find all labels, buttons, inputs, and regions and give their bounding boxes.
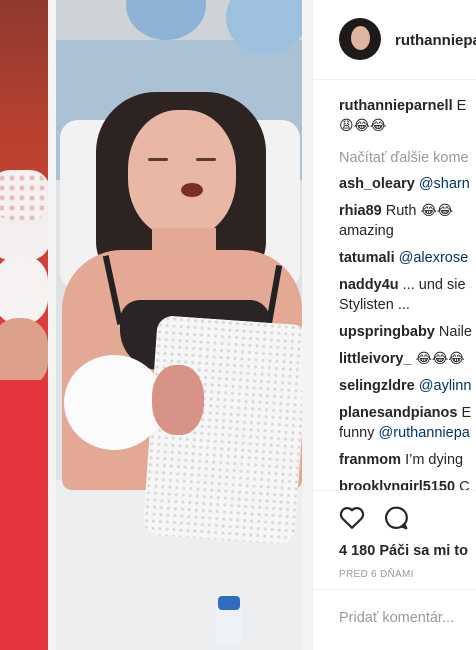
load-more-comments-link[interactable]: Načítať ďalšie kome <box>339 150 476 166</box>
comments-list: ruthannieparnell E 😩😂😂 Načítať ďalšie ko… <box>339 96 476 504</box>
photo-detail <box>196 158 216 161</box>
avatar[interactable] <box>339 18 381 60</box>
comment: planesandpianos E funny @ruthanniepa <box>339 403 476 443</box>
divider <box>302 0 312 650</box>
post-timestamp[interactable]: PRED 6 DŇAMI <box>339 569 414 580</box>
comment: tatumali @alexrose <box>339 248 476 268</box>
photo-detail <box>128 110 236 238</box>
bottle-cap <box>218 596 240 610</box>
comment: ash_oleary @sharn <box>339 174 476 194</box>
comment-username[interactable]: rhia89 <box>339 203 382 219</box>
comment-text: ... und sie <box>402 277 466 293</box>
post-photo[interactable] <box>56 0 302 650</box>
comment-mention[interactable]: @ruthanniepa <box>379 425 470 441</box>
comment-text: I’m dying <box>405 452 464 468</box>
comment: upspringbaby Naile <box>339 322 476 342</box>
comment-username[interactable]: selingzldre <box>339 378 415 394</box>
post-header: ruthanniepa <box>313 0 476 80</box>
avatar-face <box>351 26 370 50</box>
comment-text: E <box>461 405 472 421</box>
baby-hat <box>64 355 164 450</box>
add-comment-input[interactable] <box>339 610 476 626</box>
caption-emojis: 😩😂😂 <box>339 118 387 134</box>
comment: littleivory_ 😂😂😂 <box>339 349 476 369</box>
caption-text: E <box>456 98 467 114</box>
photo-detail <box>0 380 48 650</box>
comment-mention[interactable]: @aylinn <box>419 378 472 394</box>
post-sidebar: ruthanniepa ruthannieparnell E 😩😂😂 Načít… <box>312 0 476 650</box>
comment-username[interactable]: planesandpianos <box>339 405 457 421</box>
comment: franmom I’m dying <box>339 450 476 470</box>
comment-emojis: 😂😂😂 <box>415 351 465 367</box>
photo-detail <box>0 172 46 220</box>
photo-detail <box>0 318 48 388</box>
comment: naddy4u ... und sie Stylisten ... <box>339 275 476 315</box>
comment-username[interactable]: franmom <box>339 452 401 468</box>
comment-mention[interactable]: @alexrose <box>399 250 469 266</box>
header-username[interactable]: ruthanniepa <box>395 32 476 49</box>
caption: ruthannieparnell E 😩😂😂 <box>339 96 476 136</box>
caption-username[interactable]: ruthannieparnell <box>339 98 453 114</box>
comment-username[interactable]: tatumali <box>339 250 395 266</box>
comment-text: Naile <box>438 324 472 340</box>
photo-detail <box>181 183 203 197</box>
photo-detail <box>152 365 204 435</box>
add-comment-area <box>313 589 476 650</box>
comment-text: Stylisten ... <box>339 297 410 313</box>
likes-count[interactable]: 4 180 Páči sa mi to <box>339 543 468 559</box>
comment-bubble-icon[interactable] <box>383 505 409 531</box>
previous-photo[interactable] <box>0 0 48 650</box>
post-actions: 4 180 Páči sa mi to PRED 6 DŇAMI <box>313 490 476 650</box>
comment-username[interactable]: ash_oleary <box>339 176 415 192</box>
comment-mention[interactable]: @sharn <box>419 176 470 192</box>
comment-username[interactable]: littleivory_ <box>339 351 412 367</box>
comment-text: Ruth <box>385 203 417 219</box>
divider <box>48 0 56 650</box>
comment: selingzldre @aylinn <box>339 376 476 396</box>
comment-username[interactable]: naddy4u <box>339 277 399 293</box>
photo-detail <box>0 255 48 325</box>
comment-text: amazing <box>339 223 394 239</box>
photo-detail <box>148 158 168 161</box>
comment-emojis: 😂😂 <box>420 203 454 219</box>
heart-icon[interactable] <box>339 505 365 529</box>
comment-text: funny <box>339 425 375 441</box>
comment-username[interactable]: upspringbaby <box>339 324 435 340</box>
comment: rhia89 Ruth 😂😂 amazing <box>339 201 476 241</box>
